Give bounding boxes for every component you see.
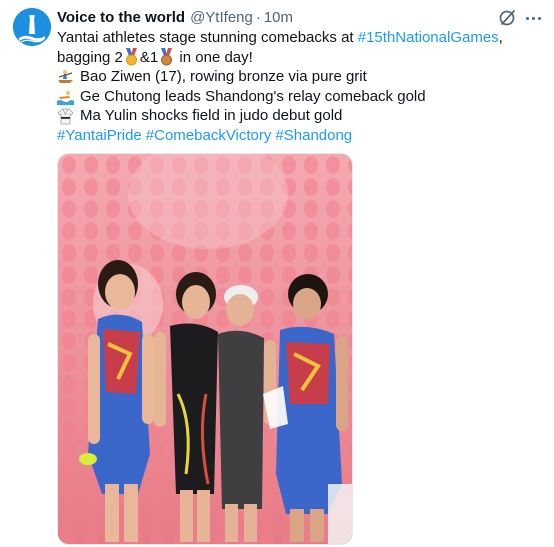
timestamp[interactable]: 10m — [264, 9, 293, 26]
hashtag-shandong[interactable]: #Shandong — [275, 126, 352, 146]
hashtag-comebackvictory[interactable]: #ComebackVictory — [146, 126, 272, 146]
text-line-2: bagging 2 &1 in one day! — [57, 48, 537, 68]
gold-medal-icon — [125, 48, 137, 66]
swimmers-photo-image — [58, 154, 352, 544]
hashtag-yantaipride[interactable]: #YantaiPride — [57, 126, 142, 146]
text-segment: Yantai athletes stage stunning comebacks… — [57, 29, 358, 46]
swimmer-icon — [57, 90, 74, 106]
text-segment: Ge Chutong leads Shandong's relay comeba… — [80, 87, 426, 105]
text-line-3: Bao Ziwen (17), rowing bronze via pure g… — [57, 67, 537, 87]
bronze-medal-icon — [161, 48, 173, 66]
text-line-5: Ma Yulin shocks field in judo debut gold — [57, 106, 537, 126]
text-segment: in one day! — [175, 48, 253, 66]
text-segment: Bao Ziwen (17), rowing bronze via pure g… — [80, 68, 367, 86]
text-segment: Ma Yulin shocks field in judo debut gold — [80, 107, 343, 125]
text-line-1: Yantai athletes stage stunning comebacks… — [57, 28, 537, 48]
author-name[interactable]: Voice to the world — [57, 9, 185, 26]
tweet-header: Voice to the world @YtIfeng · 10m — [57, 6, 293, 28]
text-segment: &1 — [139, 48, 159, 66]
grok-icon[interactable] — [498, 8, 518, 28]
martial-arts-uniform-icon — [57, 108, 74, 125]
text-segment: , — [498, 29, 503, 46]
text-line-6: #YantaiPride #ComebackVictory #Shandong — [57, 126, 537, 146]
tweet-text: Yantai athletes stage stunning comebacks… — [57, 28, 537, 146]
author-handle[interactable]: @YtIfeng — [190, 9, 253, 26]
tweet-photo[interactable] — [57, 153, 353, 545]
rowing-icon — [58, 70, 73, 84]
avatar[interactable] — [13, 8, 51, 46]
text-line-4: Ge Chutong leads Shandong's relay comeba… — [57, 87, 537, 107]
text-segment: bagging 2 — [57, 48, 123, 66]
hashtag-15thnationalgames[interactable]: #15thNationalGames — [358, 28, 499, 48]
more-icon[interactable] — [523, 9, 543, 27]
lighthouse-logo-icon — [13, 8, 51, 46]
separator: · — [255, 8, 261, 26]
